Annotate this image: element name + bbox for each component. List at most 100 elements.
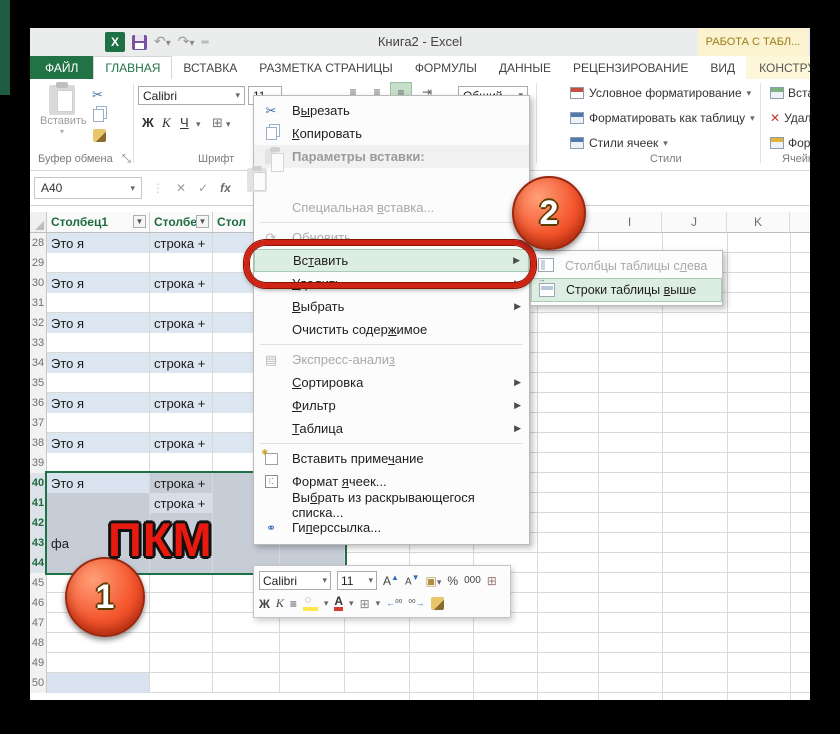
cell-B41[interactable]: строка + (150, 493, 213, 513)
menu-item-сортировка[interactable]: Сортировка▶ (254, 371, 529, 394)
copy-icon[interactable] (93, 109, 104, 122)
row-header-40[interactable]: 40 (30, 473, 47, 493)
row-header-38[interactable]: 38 (30, 433, 47, 453)
row-header-28[interactable]: 28 (30, 233, 47, 253)
comma-style-icon[interactable]: 000 (464, 575, 481, 586)
row-header-35[interactable]: 35 (30, 373, 47, 393)
format-cells-button[interactable]: Формат (770, 136, 810, 150)
name-box[interactable]: A40 ▾ (34, 177, 142, 199)
row-header-30[interactable]: 30 (30, 273, 47, 293)
mini-italic-icon[interactable]: К (276, 596, 284, 611)
row-header-34[interactable]: 34 (30, 353, 47, 373)
submenu-item-строки-таблицы-выше[interactable]: Строки таблицы выше (531, 278, 722, 302)
cell-B38[interactable]: строка + (150, 433, 213, 453)
table-column-header-1[interactable]: Столбец1 ▼ (47, 212, 150, 232)
menu-item-очистить-содержимое[interactable]: Очистить содержимое (254, 318, 529, 341)
row-header-32[interactable]: 32 (30, 313, 47, 333)
name-box-dropdown[interactable]: ▾ (130, 183, 135, 194)
row-header-42[interactable]: 42 (30, 513, 47, 533)
cell-B36[interactable]: строка + (150, 393, 213, 413)
mini-borders-icon[interactable]: ⊞ (360, 597, 370, 611)
cell-B49[interactable] (150, 653, 213, 673)
tab-разметка-страницы[interactable]: РАЗМЕТКА СТРАНИЦЫ (248, 56, 404, 79)
cell-D50[interactable] (280, 673, 345, 693)
row-header-47[interactable]: 47 (30, 613, 47, 633)
row-header-50[interactable]: 50 (30, 673, 47, 693)
row-header-33[interactable]: 33 (30, 333, 47, 353)
cut-icon[interactable]: ✂ (92, 87, 103, 103)
cell-B39[interactable] (150, 453, 213, 473)
cell-A38[interactable]: Это я (47, 433, 150, 453)
menu-item-гиперссылка[interactable]: ⚭Гиперссылка... (254, 516, 529, 539)
cell-A35[interactable] (47, 373, 150, 393)
cell-A40[interactable]: Это я (47, 473, 150, 493)
cell-B37[interactable] (150, 413, 213, 433)
filter-dropdown-icon[interactable]: ▼ (196, 215, 209, 228)
cell-A50[interactable] (47, 673, 150, 693)
menu-item-фильтр[interactable]: Фильтр▶ (254, 394, 529, 417)
table-column-header-2[interactable]: Столбе ▼ (150, 212, 213, 232)
grow-font-icon[interactable]: A▲ (383, 573, 399, 588)
menu-item-выбрать[interactable]: Выбрать▶ (254, 295, 529, 318)
row-header-39[interactable]: 39 (30, 453, 47, 473)
tab-вид[interactable]: ВИД (699, 56, 746, 79)
cell-B28[interactable]: строка + (150, 233, 213, 253)
cell-styles-button[interactable]: Стили ячеек ▾ (570, 136, 668, 150)
tab-вставка[interactable]: ВСТАВКА (172, 56, 248, 79)
row-header-41[interactable]: 41 (30, 493, 47, 513)
cell-B29[interactable] (150, 253, 213, 273)
underline-dropdown[interactable]: ▾ (196, 119, 201, 130)
tab-файл[interactable]: ФАЙЛ (30, 56, 93, 79)
delete-cells-button[interactable]: ✕ Удалить (770, 111, 810, 125)
row-header-45[interactable]: 45 (30, 573, 47, 593)
row-header-46[interactable]: 46 (30, 593, 47, 613)
cell-B45[interactable] (150, 573, 213, 593)
underline-button[interactable]: Ч (180, 115, 189, 130)
column-header-I[interactable]: I (598, 212, 662, 232)
row-header-49[interactable]: 49 (30, 653, 47, 673)
cell-B50[interactable] (150, 673, 213, 693)
cell-C50[interactable] (213, 673, 280, 693)
font-color-icon[interactable]: А (334, 596, 343, 611)
menu-item-таблица[interactable]: Таблица▶ (254, 417, 529, 440)
cell-B33[interactable] (150, 333, 213, 353)
fill-color-icon[interactable] (303, 597, 318, 611)
cell-B32[interactable]: строка + (150, 313, 213, 333)
cell-A41[interactable] (47, 493, 150, 513)
cell-B48[interactable] (150, 633, 213, 653)
menu-item-вырезать[interactable]: ✂Вырезать (254, 99, 529, 122)
cell-B31[interactable] (150, 293, 213, 313)
column-header-J[interactable]: J (662, 212, 727, 232)
cancel-icon[interactable]: ✕ (176, 181, 186, 195)
accounting-format-icon[interactable]: ▣▾ (426, 574, 442, 588)
filter-dropdown-icon[interactable]: ▼ (133, 215, 146, 228)
row-header-31[interactable]: 31 (30, 293, 47, 313)
cell-A49[interactable] (47, 653, 150, 673)
mini-font-combo[interactable]: Calibri▾ (259, 571, 331, 590)
cell-B47[interactable] (150, 613, 213, 633)
cell-A36[interactable]: Это я (47, 393, 150, 413)
menu-item-вставить-примечание[interactable]: Вставить примечание (254, 447, 529, 470)
mini-bold-icon[interactable]: Ж (259, 597, 270, 611)
shrink-font-icon[interactable]: A▼ (405, 573, 420, 587)
cell-A28[interactable]: Это я (47, 233, 150, 253)
cell-A33[interactable] (47, 333, 150, 353)
increase-decimal-icon[interactable]: ⁰⁰→ (408, 598, 424, 609)
tab-формулы[interactable]: ФОРМУЛЫ (404, 56, 488, 79)
row-header-29[interactable]: 29 (30, 253, 47, 273)
row-header-48[interactable]: 48 (30, 633, 47, 653)
tab-данные[interactable]: ДАННЫЕ (488, 56, 562, 79)
cell-C49[interactable] (213, 653, 280, 673)
cell-D48[interactable] (280, 633, 345, 653)
tab-рецензирование[interactable]: РЕЦЕНЗИРОВАНИЕ (562, 56, 699, 79)
mini-align-icon[interactable]: ≡ (290, 597, 297, 611)
decrease-decimal-icon[interactable]: ←⁰⁰ (386, 598, 402, 609)
font-name-combo[interactable]: Calibri▾ (138, 86, 245, 105)
enter-icon[interactable]: ✓ (198, 181, 208, 195)
conditional-formatting-button[interactable]: Условное форматирование ▾ (570, 86, 751, 100)
format-painter-icon[interactable] (93, 129, 106, 142)
bold-button[interactable]: Ж (142, 115, 154, 130)
clipboard-dialog-launcher[interactable]: ⤡ (122, 153, 131, 166)
row-header-43[interactable]: 43 (30, 533, 47, 553)
cell-B40[interactable]: строка + (150, 473, 213, 493)
